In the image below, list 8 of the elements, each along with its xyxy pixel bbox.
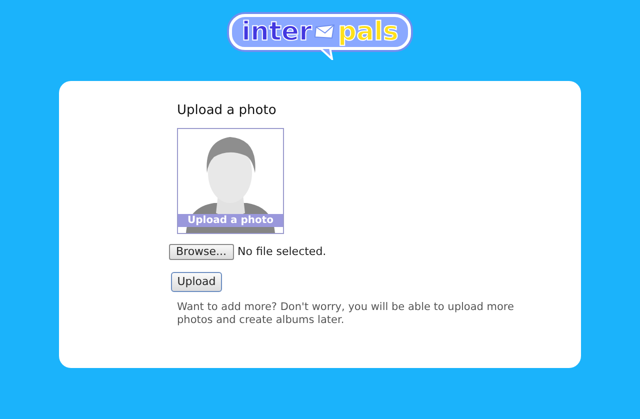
- upload-button[interactable]: Upload: [171, 272, 222, 292]
- file-status: No file selected.: [238, 244, 326, 260]
- upload-note: Want to add more? Don't worry, you will be able to upload more photos and create albums later.: [177, 301, 515, 327]
- envelope-icon: [314, 24, 336, 40]
- upload-title: Upload a photo: [177, 102, 278, 120]
- browse-button[interactable]: Browse...: [169, 244, 234, 260]
- logo-text: inter: [242, 19, 312, 45]
- logo-text: pals: [338, 19, 398, 45]
